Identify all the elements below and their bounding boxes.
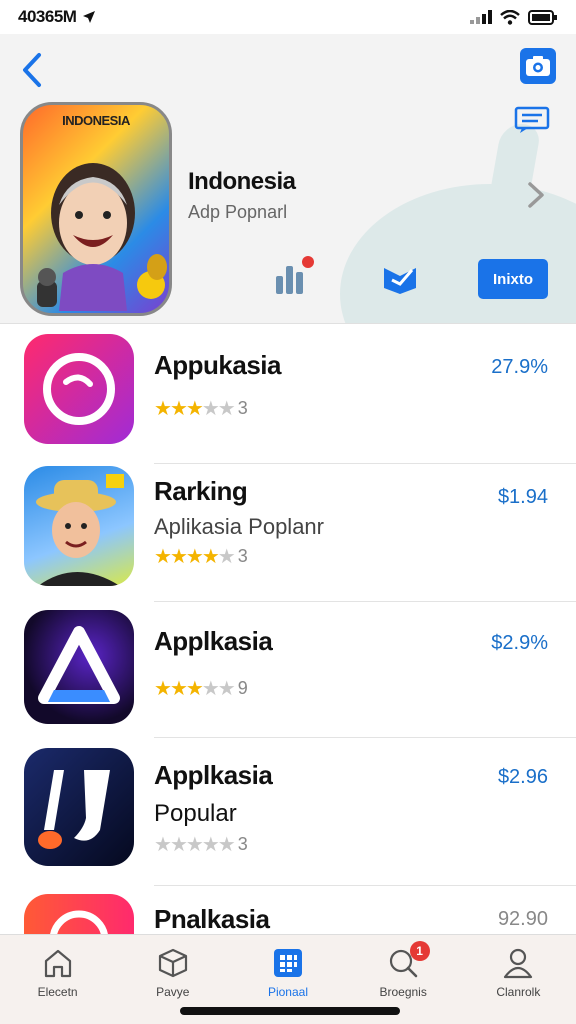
app-name: Applkasia: [154, 626, 273, 656]
note-logo-icon: [38, 770, 110, 849]
home-icon: [44, 949, 71, 978]
star-icon: ★: [217, 834, 236, 856]
star-icon: ★: [217, 546, 236, 568]
home-indicator[interactable]: [180, 1007, 400, 1015]
notification-badge: 1: [409, 941, 430, 961]
list-item[interactable]: Applkasia Popular ★ ★ ★ ★ ★ 3 $2.96: [0, 738, 576, 886]
signal-icon: [470, 10, 492, 24]
status-time-group: 40365M: [18, 7, 96, 27]
app-name: Pnalkasia: [154, 904, 270, 934]
app-price[interactable]: $1.94: [498, 486, 548, 509]
grid-icon: [273, 949, 302, 977]
status-bar: 40365M: [0, 0, 576, 34]
target-logo-icon: [50, 910, 108, 934]
rating-count: 3: [237, 546, 248, 566]
farmer-face-illustration: [36, 474, 124, 586]
star-icon: ★: [185, 398, 204, 420]
app-subtitle: Popular: [154, 800, 237, 827]
app-price[interactable]: 27.9%: [491, 356, 548, 379]
rating-count: 9: [237, 678, 248, 698]
tab-home[interactable]: Elecetn: [0, 935, 115, 1024]
app-icon[interactable]: [24, 748, 134, 866]
battery-icon: [528, 9, 557, 25]
app-icon[interactable]: [24, 610, 134, 724]
back-button[interactable]: [16, 50, 48, 90]
tab-label: Clanrolk: [496, 985, 541, 999]
tab-label: Pionaal: [267, 985, 308, 999]
tab-label: Pavye: [156, 985, 190, 999]
app-price[interactable]: $2.9%: [491, 632, 548, 655]
tab-label: Broegnis: [379, 985, 427, 999]
triangle-logo-icon: [38, 626, 120, 704]
app-name: Rarking: [154, 476, 248, 506]
app-subtitle: Aplikasia Poplanr: [154, 514, 324, 539]
person-icon: [504, 948, 533, 979]
featured-app-icon[interactable]: INDONESIA: [20, 102, 172, 316]
app-name: Applkasia: [154, 760, 273, 790]
star-icon: ★: [169, 678, 188, 700]
rating-stars: ★ ★ ★ ★ ★ 9: [154, 676, 248, 701]
app-icon[interactable]: [24, 466, 134, 586]
chevron-left-icon: [23, 53, 41, 87]
star-icon: ★: [169, 398, 188, 420]
message-list-icon[interactable]: [514, 106, 550, 134]
star-icon: ★: [154, 398, 172, 420]
featured-app-title[interactable]: Indonesia: [188, 168, 296, 196]
rating-stars: ★ ★ ★ ★ ★ 3: [154, 544, 248, 569]
status-time: 40365M: [18, 7, 77, 26]
wifi-icon: [500, 9, 520, 25]
star-icon: ★: [185, 678, 204, 700]
app-icon[interactable]: [24, 334, 134, 444]
box-icon: [158, 948, 187, 978]
list-item[interactable]: Pnalkasia 92.90: [0, 886, 576, 934]
camera-button[interactable]: [520, 48, 556, 84]
star-icon: ★: [217, 398, 236, 420]
app-icon[interactable]: [24, 894, 134, 934]
app-price[interactable]: 92.90: [498, 908, 548, 931]
location-arrow-icon: [83, 11, 96, 23]
tab-profile[interactable]: Clanrolk: [461, 935, 576, 1024]
camera-icon: [526, 56, 550, 76]
chevron-right-icon[interactable]: [524, 180, 548, 210]
status-icons: [470, 9, 558, 25]
smiling-face-illustration: [37, 163, 167, 311]
share-icon[interactable]: [380, 260, 420, 296]
star-icon: ★: [185, 834, 204, 856]
get-button[interactable]: Inixto: [478, 259, 548, 299]
star-icon: ★: [201, 834, 220, 856]
star-icon: ★: [201, 546, 220, 568]
app-name: Appukasia: [154, 350, 282, 380]
chart-icon[interactable]: [272, 254, 316, 298]
ring-logo-icon: [43, 353, 115, 425]
star-icon: ★: [154, 834, 172, 856]
app-price[interactable]: $2.96: [498, 766, 548, 789]
list-item[interactable]: Appukasia ★ ★ ★ ★ ★ 3 27.9%: [0, 324, 576, 464]
rating-stars: ★ ★ ★ ★ ★ 3: [154, 832, 248, 857]
star-icon: ★: [185, 546, 204, 568]
rating-stars: ★ ★ ★ ★ ★ 3: [154, 396, 248, 421]
rating-count: 3: [237, 834, 248, 854]
star-icon: ★: [154, 678, 172, 700]
list-item[interactable]: Applkasia ★ ★ ★ ★ ★ 9 $2.9%: [0, 602, 576, 738]
star-icon: ★: [201, 398, 220, 420]
star-icon: ★: [201, 678, 220, 700]
star-icon: ★: [169, 546, 188, 568]
star-icon: ★: [169, 834, 188, 856]
star-icon: ★: [154, 546, 172, 568]
featured-header: INDONESIA Indonesia Adp Popnarl Inixto: [0, 34, 576, 324]
tab-label: Elecetn: [37, 985, 78, 999]
star-icon: ★: [217, 678, 236, 700]
rating-count: 3: [237, 398, 248, 418]
list-item[interactable]: Rarking Aplikasia Poplanr ★ ★ ★ ★ ★ 3 $1…: [0, 464, 576, 602]
featured-app-subtitle: Adp Popnarl: [188, 202, 288, 222]
